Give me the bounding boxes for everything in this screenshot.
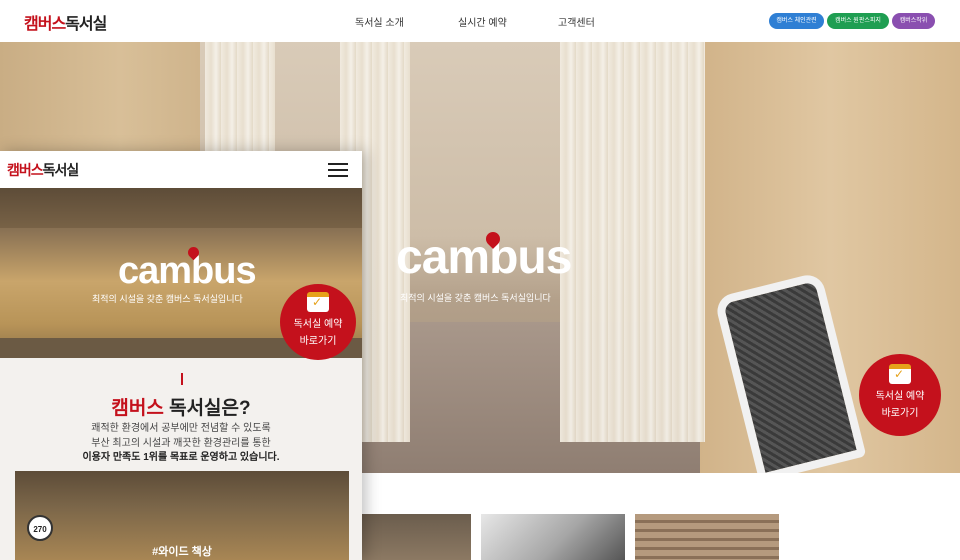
feature-card[interactable]: 270 #와이드 책상 [15, 471, 349, 560]
hero-subtitle: 최적의 시설을 갖춘 캠버스 독서실입니다 [400, 293, 551, 303]
nav-item-reservation[interactable]: 실시간 예약 [458, 14, 507, 29]
mobile-hero-subtitle: 최적의 시설을 갖춘 캠버스 독서실입니다 [92, 294, 243, 304]
hero-brand-logo: cambus [396, 231, 572, 284]
pill-button-info[interactable]: 캠버스 원판스피지 [827, 13, 889, 29]
calendar-check-icon [889, 364, 911, 384]
calendar-check-icon [307, 292, 329, 312]
pill-button-misc[interactable]: 캠버스작위 [892, 13, 935, 29]
mobile-reservation-cta-button[interactable]: 독서실 예약 바로가기 [280, 284, 356, 360]
gallery-thumbnail[interactable] [362, 514, 471, 560]
gallery-thumbnail[interactable] [481, 514, 625, 560]
gallery-thumbnail[interactable] [635, 514, 779, 560]
section-accent-bar [181, 373, 183, 385]
intro-heading: 캠버스 독서실은? [111, 398, 251, 419]
mobile-logo[interactable]: 캠버스독서실 [7, 160, 79, 180]
pill-button-chain[interactable]: 캠버스 체인관련 [769, 13, 824, 29]
menu-icon[interactable] [328, 163, 348, 177]
hero-photo-curtain [560, 42, 705, 442]
mobile-header: 캠버스독서실 [0, 151, 362, 188]
site-logo[interactable]: 캠버스독서실 [24, 10, 107, 34]
site-header: 캠버스독서실 독서실 소개 실시간 예약 고객센터 캠버스 체인관련 캠버스 원… [0, 0, 960, 42]
mobile-hero-photo-shelf [0, 188, 362, 228]
mobile-preview: 캠버스독서실 cambus 최적의 시설을 갖춘 캠버스 독서실입니다 독서실 … [0, 151, 362, 560]
intro-description: 쾌적한 환경에서 공부에만 전념할 수 있도록 부산 최고의 시설과 깨끗한 환… [82, 423, 280, 463]
reservation-cta-button[interactable]: 독서실 예약 바로가기 [859, 354, 941, 436]
nav-item-support[interactable]: 고객센터 [558, 14, 595, 29]
feature-caption: #와이드 책상 [152, 546, 212, 558]
feature-badge: 270 [27, 515, 53, 541]
nav-item-about[interactable]: 독서실 소개 [355, 14, 404, 29]
mobile-hero-brand-logo: cambus [118, 250, 257, 292]
